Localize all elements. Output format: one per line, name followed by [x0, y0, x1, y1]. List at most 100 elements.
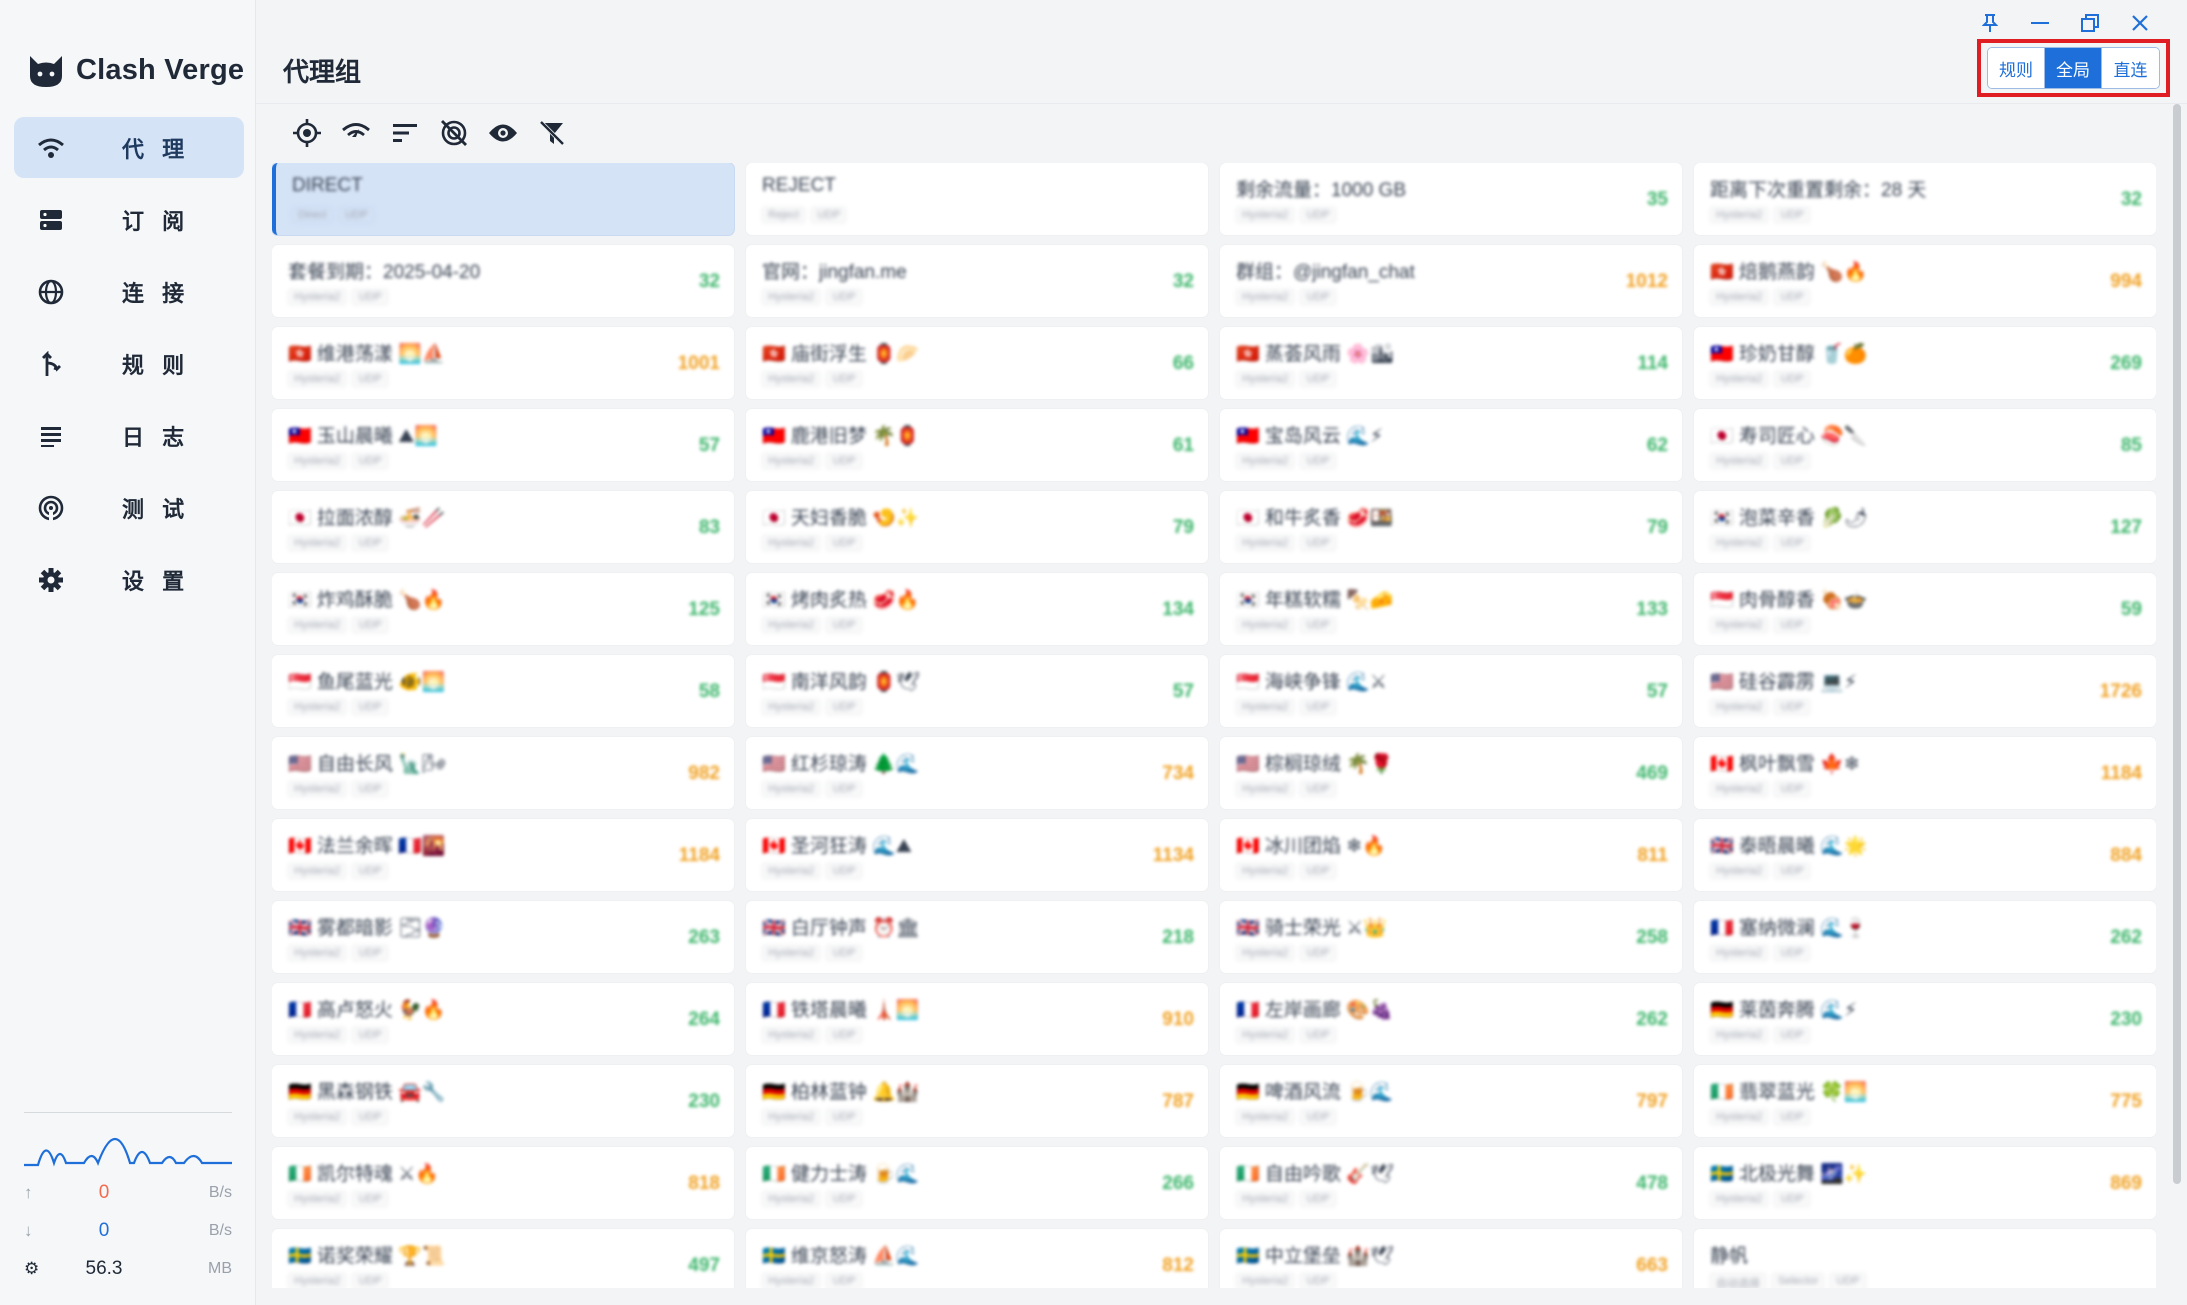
- proxy-card[interactable]: 🇺🇸 红杉琼涛 🌲🌊 Hysteria2 UDP 734: [746, 737, 1208, 809]
- proxy-card[interactable]: 🇭🇰 维港荡漾 🌅⛵ Hysteria2 UDP 1001: [272, 327, 734, 399]
- proxy-card[interactable]: DIRECT Direct UDP: [272, 163, 734, 235]
- proxy-card[interactable]: 🇨🇦 枫叶飘雪 🍁❄ Hysteria2 UDP 1184: [1694, 737, 2156, 809]
- proxy-card[interactable]: 🇮🇪 健力士涛 🍺🌊 Hysteria2 UDP 266: [746, 1147, 1208, 1219]
- proxy-card[interactable]: 🇸🇪 维京怒涛 ⛵🌊 Hysteria2 UDP 812: [746, 1229, 1208, 1288]
- sidebar-item-rules[interactable]: 规 则: [14, 333, 244, 394]
- proxy-delay[interactable]: 497: [688, 1255, 720, 1277]
- proxy-delay[interactable]: 775: [2110, 1091, 2142, 1113]
- proxy-delay[interactable]: 85: [2121, 435, 2142, 457]
- proxy-delay[interactable]: 35: [1647, 189, 1668, 211]
- proxy-card[interactable]: 🇯🇵 和牛炙香 🥩🍱 Hysteria2 UDP 79: [1220, 491, 1682, 563]
- proxy-card[interactable]: 🇫🇷 铁塔晨曦 🗼🌅 Hysteria2 UDP 910: [746, 983, 1208, 1055]
- proxy-card[interactable]: 🇺🇸 自由长风 🗽🌬 Hysteria2 UDP 982: [272, 737, 734, 809]
- proxy-delay[interactable]: 818: [688, 1173, 720, 1195]
- proxy-card[interactable]: 官网：jingfan.me Hysteria2 UDP 32: [746, 245, 1208, 317]
- proxy-delay[interactable]: 127: [2110, 517, 2142, 539]
- proxy-delay[interactable]: 83: [699, 517, 720, 539]
- proxy-delay[interactable]: 1134: [1153, 845, 1194, 867]
- proxy-delay[interactable]: 218: [1162, 927, 1194, 949]
- proxy-card[interactable]: 🇩🇪 啤酒风流 🍺🌊 Hysteria2 UDP 797: [1220, 1065, 1682, 1137]
- restore-icon[interactable]: [2065, 8, 2115, 38]
- proxy-card[interactable]: 🇸🇪 诺奖荣耀 🏆📜 Hysteria2 UDP 497: [272, 1229, 734, 1288]
- proxy-delay[interactable]: 32: [2121, 189, 2142, 211]
- proxy-card[interactable]: REJECT Reject UDP: [746, 163, 1208, 235]
- proxy-card[interactable]: 🇹🇼 鹿港旧梦 🌴🏮 Hysteria2 UDP 61: [746, 409, 1208, 481]
- proxy-card[interactable]: 🇮🇪 翡翠蓝光 🍀🌅 Hysteria2 UDP 775: [1694, 1065, 2156, 1137]
- proxy-card[interactable]: 🇯🇵 寿司匠心 🍣🔪 Hysteria2 UDP 85: [1694, 409, 2156, 481]
- close-icon[interactable]: [2115, 8, 2165, 38]
- proxy-delay[interactable]: 734: [1162, 763, 1194, 785]
- proxy-delay[interactable]: 1184: [2101, 763, 2142, 785]
- proxy-delay[interactable]: 884: [2110, 845, 2142, 867]
- proxy-card[interactable]: 🇨🇦 圣河狂涛 🌊⛰ Hysteria2 UDP 1134: [746, 819, 1208, 891]
- proxy-card[interactable]: 🇬🇧 骑士荣光 ⚔👑 Hysteria2 UDP 258: [1220, 901, 1682, 973]
- proxy-card[interactable]: 🇫🇷 高卢怒火 🐓🔥 Hysteria2 UDP 264: [272, 983, 734, 1055]
- proxy-delay[interactable]: 797: [1636, 1091, 1668, 1113]
- proxy-delay[interactable]: 1184: [679, 845, 720, 867]
- proxy-delay[interactable]: 134: [1162, 599, 1194, 621]
- proxy-card[interactable]: 🇭🇰 焙鹅燕韵 🍗🔥 Hysteria2 UDP 994: [1694, 245, 2156, 317]
- sidebar-item-logs[interactable]: 日 志: [14, 405, 244, 466]
- proxy-card[interactable]: 🇰🇷 泡菜辛香 🥬🌶 Hysteria2 UDP 127: [1694, 491, 2156, 563]
- proxy-delay[interactable]: 32: [1173, 271, 1194, 293]
- proxy-delay[interactable]: 812: [1162, 1255, 1194, 1277]
- proxy-card[interactable]: 🇫🇷 塞纳微澜 🌊🍷 Hysteria2 UDP 262: [1694, 901, 2156, 973]
- proxy-card[interactable]: 套餐到期：2025-04-20 Hysteria2 UDP 32: [272, 245, 734, 317]
- proxy-card[interactable]: 🇹🇼 宝岛风云 🌊⚡ Hysteria2 UDP 62: [1220, 409, 1682, 481]
- proxy-card[interactable]: 🇸🇬 海峡争锋 🌊⚔ Hysteria2 UDP 57: [1220, 655, 1682, 727]
- proxy-card[interactable]: 🇮🇪 自由吟歌 🎸🕊 Hysteria2 UDP 478: [1220, 1147, 1682, 1219]
- proxy-delay[interactable]: 133: [1636, 599, 1668, 621]
- proxy-card[interactable]: 剩余流量：1000 GB Hysteria2 UDP 35: [1220, 163, 1682, 235]
- proxy-delay[interactable]: 262: [1636, 1009, 1668, 1031]
- proxy-card[interactable]: 🇬🇧 泰晤晨曦 🌊🌟 Hysteria2 UDP 884: [1694, 819, 2156, 891]
- proxy-card[interactable]: 🇯🇵 天妇香脆 🍤✨ Hysteria2 UDP 79: [746, 491, 1208, 563]
- proxy-card[interactable]: 🇫🇷 左岸画廊 🎨🍇 Hysteria2 UDP 262: [1220, 983, 1682, 1055]
- hide-unavailable-icon[interactable]: [429, 116, 478, 150]
- proxy-delay[interactable]: 114: [1637, 353, 1668, 375]
- proxy-card[interactable]: 🇮🇪 凯尔特魂 ⚔🔥 Hysteria2 UDP 818: [272, 1147, 734, 1219]
- proxy-delay[interactable]: 58: [699, 681, 720, 703]
- proxy-delay[interactable]: 469: [1636, 763, 1668, 785]
- proxy-card[interactable]: 🇩🇪 黑森钢铁 🚘🔧 Hysteria2 UDP 230: [272, 1065, 734, 1137]
- sidebar-item-test[interactable]: 测 试: [14, 477, 244, 538]
- sidebar-item-profiles[interactable]: 订 阅: [14, 189, 244, 250]
- filter-off-icon[interactable]: [527, 116, 576, 150]
- proxy-delay[interactable]: 258: [1636, 927, 1668, 949]
- proxy-delay[interactable]: 61: [1173, 435, 1194, 457]
- show-icon[interactable]: [478, 116, 527, 150]
- proxy-card[interactable]: 🇸🇬 肉骨醇香 🍖🍲 Hysteria2 UDP 59: [1694, 573, 2156, 645]
- sidebar-item-connections[interactable]: 连 接: [14, 261, 244, 322]
- proxy-delay[interactable]: 66: [1173, 353, 1194, 375]
- sidebar-item-proxies[interactable]: 代 理: [14, 117, 244, 178]
- proxy-delay[interactable]: 266: [1162, 1173, 1194, 1195]
- proxy-card[interactable]: 🇺🇸 棕榈琼绒 🌴🌹 Hysteria2 UDP 469: [1220, 737, 1682, 809]
- proxy-card[interactable]: 🇩🇪 莱茵奔腾 🌊⚡ Hysteria2 UDP 230: [1694, 983, 2156, 1055]
- proxy-delay[interactable]: 262: [2110, 927, 2142, 949]
- proxy-delay[interactable]: 57: [1647, 681, 1668, 703]
- proxy-delay[interactable]: 663: [1636, 1255, 1668, 1277]
- mode-direct-button[interactable]: 直连: [2102, 48, 2159, 88]
- pin-icon[interactable]: [1965, 8, 2015, 38]
- proxy-delay[interactable]: 57: [1173, 681, 1194, 703]
- proxy-delay[interactable]: 57: [699, 435, 720, 457]
- proxy-card[interactable]: 🇸🇪 中立堡垒 🏰🕊 Hysteria2 UDP 663: [1220, 1229, 1682, 1288]
- proxy-delay[interactable]: 125: [688, 599, 720, 621]
- sort-icon[interactable]: [380, 116, 429, 150]
- proxy-delay[interactable]: 263: [688, 927, 720, 949]
- proxy-card[interactable]: 🇸🇬 鱼尾蓝光 🐠🌅 Hysteria2 UDP 58: [272, 655, 734, 727]
- scrollbar[interactable]: [2173, 104, 2181, 1184]
- proxy-delay[interactable]: 787: [1162, 1091, 1194, 1113]
- proxy-delay[interactable]: 982: [688, 763, 720, 785]
- proxy-card[interactable]: 距离下次重置剩余：28 天 Hysteria2 UDP 32: [1694, 163, 2156, 235]
- speedtest-icon[interactable]: [331, 116, 380, 150]
- proxy-delay[interactable]: 269: [2110, 353, 2142, 375]
- minimize-icon[interactable]: [2015, 8, 2065, 38]
- mode-rule-button[interactable]: 规则: [1988, 48, 2045, 88]
- proxy-card[interactable]: 🇬🇧 雾都暗影 🌫🔮 Hysteria2 UDP 263: [272, 901, 734, 973]
- proxy-card[interactable]: 🇰🇷 炸鸡酥脆 🍗🔥 Hysteria2 UDP 125: [272, 573, 734, 645]
- proxy-card[interactable]: 🇸🇬 南洋风韵 🏮🕊 Hysteria2 UDP 57: [746, 655, 1208, 727]
- proxy-delay[interactable]: 230: [688, 1091, 720, 1113]
- proxy-card[interactable]: 🇨🇦 法兰余晖 🇫🇷🌇 Hysteria2 UDP 1184: [272, 819, 734, 891]
- proxy-card[interactable]: 静帆 自动选择 Selector UDP: [1694, 1229, 2156, 1288]
- proxy-delay[interactable]: 811: [1637, 845, 1668, 867]
